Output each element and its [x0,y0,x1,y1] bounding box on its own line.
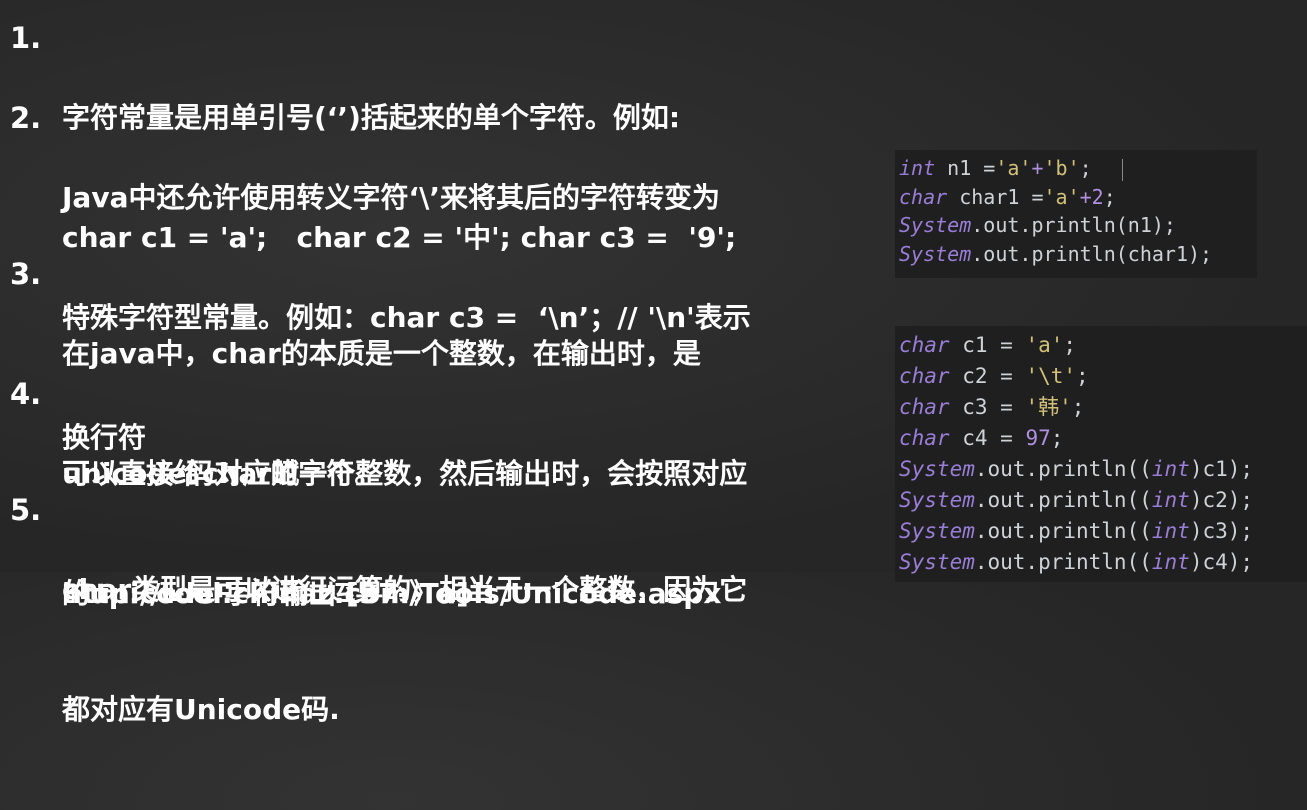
code-text: ; [1076,364,1089,388]
item-line: 都对应有Unicode码. [62,693,340,726]
code-text: ; [1063,333,1077,357]
code-keyword: char [899,426,950,450]
code-line: char char1 ='a'+2; [899,183,1249,212]
code-class: System [899,457,975,481]
code-block-char-print[interactable]: char c1 = 'a'; char c2 = '\t'; char c3 =… [895,326,1307,582]
code-keyword: int [1151,519,1190,543]
item-line: 在java中，char的本质是一个整数，在输出时，是 [62,337,701,370]
code-text: c2 = [949,364,1026,388]
code-text: .out.println(( [974,550,1152,574]
slide: 1. 字符常量是用单引号(‘’)括起来的单个字符。例如: char c1 = '… [0,0,1307,726]
code-line: System.out.println(char1); [899,240,1249,269]
code-text: )c3); [1189,519,1254,543]
code-keyword: char [899,364,950,388]
code-class: System [899,519,975,543]
code-class: System [899,550,975,574]
item-number: 1. [10,21,42,55]
code-number: 97 [1025,426,1051,450]
code-operator: + [1031,156,1044,180]
code-line: System.out.println((int)c3); [899,516,1301,547]
code-line: int n1 ='a'+'b'; [899,154,1249,183]
code-keyword: int [899,156,936,180]
code-line: System.out.println((int)c1); [899,454,1301,485]
code-text: .out.println(char1); [971,241,1213,266]
code-text: .out.println(( [974,519,1152,543]
code-text: .out.println(( [974,457,1152,481]
code-text: ; [1050,426,1064,450]
code-line: char c1 = 'a'; [899,330,1301,361]
code-text: ; [1071,395,1085,419]
code-text: c3 = [949,395,1026,419]
code-text: .out.println(n1); [971,213,1176,237]
code-keyword: int [1151,488,1190,512]
item-line: char类型是可以进行运算的，相当于一个整数，因为它 [62,573,748,606]
code-text: char1 = [947,184,1044,209]
code-keyword: int [1151,550,1190,574]
code-line: char c3 = '韩'; [899,392,1301,423]
code-string: 'b' [1043,156,1080,180]
code-string: '\t' [1025,364,1077,388]
code-text: ; [1079,156,1092,180]
code-string: 'a' [995,156,1032,180]
code-class: System [899,241,972,266]
code-string: '韩' [1025,395,1072,419]
code-line: System.out.println((int)c2); [899,485,1301,516]
code-class: System [899,488,975,512]
item-line: 可以直接给char赋一个整数，然后输出时，会按照对应 [62,457,748,490]
code-block-int-char[interactable]: int n1 ='a'+'b'; char char1 ='a'+2; Syst… [895,150,1257,278]
code-keyword: char [899,395,950,419]
code-text: .out.println(( [974,488,1152,512]
code-line: System.out.println((int)c4); [899,547,1301,578]
code-text: n1 = [935,156,996,180]
code-keyword: char [899,184,948,209]
code-operator: + [1079,184,1092,209]
item-number: 2. [10,101,42,135]
item-number: 3. [10,257,42,291]
code-text: c1 = [949,333,1026,357]
code-text: )c4); [1189,550,1254,574]
code-keyword: char [899,333,950,357]
code-line: char c2 = '\t'; [899,361,1301,392]
code-text: c4 = [949,426,1026,450]
code-string: 'a' [1043,184,1080,209]
code-text: ; [1103,184,1116,209]
item-number: 5. [10,493,42,527]
item-line: Java中还允许使用转义字符‘\’来将其后的字符转变为 [62,181,720,214]
code-text: )c2); [1189,488,1254,512]
code-line: System.out.println(n1); [899,211,1249,240]
code-string: 'a' [1025,333,1064,357]
code-number: 2 [1091,184,1104,209]
code-keyword: int [1151,457,1190,481]
text-cursor [1121,158,1123,181]
item-text: char类型是可以进行运算的，相当于一个整数，因为它 都对应有Unicode码. [62,490,882,810]
code-line: char c4 = 97; [899,423,1301,454]
code-text: )c1); [1189,457,1254,481]
item-number: 4. [10,377,42,411]
code-class: System [899,213,972,237]
